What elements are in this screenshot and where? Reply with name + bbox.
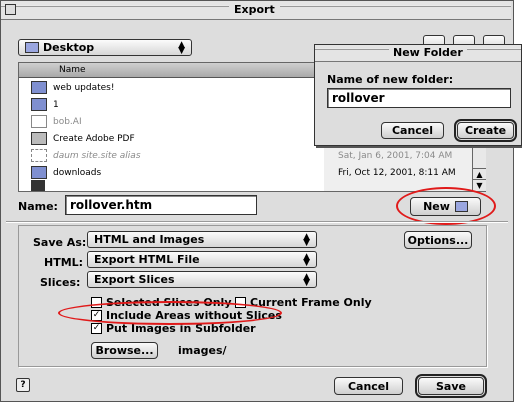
create-button[interactable]: Create: [454, 119, 517, 142]
popup-arrows-icon: ▲ ▼: [303, 232, 310, 248]
html-popup[interactable]: Export HTML File ▲ ▼: [87, 251, 317, 268]
slices-value: Export Slices: [94, 273, 175, 286]
window-title: Export: [229, 3, 280, 16]
popup-arrows-icon: ▲ ▼: [303, 272, 310, 288]
cancel-button[interactable]: Cancel: [334, 377, 403, 395]
file-name: bob.AI: [53, 116, 82, 127]
list-item[interactable]: daum site.site alias Sat, Jan 6, 2001, 7…: [20, 148, 472, 163]
slices-popup[interactable]: Export Slices ▲ ▼: [87, 271, 317, 288]
options-button[interactable]: Options...: [404, 231, 472, 249]
new-folder-cancel-button[interactable]: Cancel: [381, 122, 444, 139]
divider: [6, 221, 508, 223]
title-bar[interactable]: Export: [1, 1, 511, 20]
popup-arrows-icon: ▲ ▼: [303, 252, 310, 268]
save-as-value: HTML and Images: [94, 233, 205, 246]
name-field-value: rollover.htm: [70, 198, 153, 212]
printer-icon: [31, 132, 47, 145]
alias-icon: [31, 149, 47, 162]
name-field[interactable]: rollover.htm: [65, 195, 257, 215]
file-name: web updates!: [53, 82, 115, 93]
name-label: Name:: [18, 200, 58, 213]
html-value: Export HTML File: [94, 253, 200, 266]
help-icon[interactable]: ?: [16, 378, 30, 392]
browse-button[interactable]: Browse...: [91, 342, 158, 359]
folder-icon: [31, 81, 47, 94]
new-folder-prompt: Name of new folder:: [327, 73, 454, 86]
images-folder-path: images/: [178, 344, 227, 357]
folder-icon: [31, 166, 47, 179]
new-folder-name-value: rollover: [332, 91, 385, 105]
document-icon: [31, 115, 47, 128]
new-folder-dialog: New Folder Name of new folder: rollover …: [314, 44, 522, 146]
list-item[interactable]: downloads Fri, Oct 12, 2001, 8:11 AM: [20, 165, 472, 180]
slices-label: Slices:: [40, 276, 81, 289]
file-date: Fri, Oct 12, 2001, 8:11 AM: [338, 167, 456, 178]
volume-icon: [31, 180, 45, 191]
name-header-label: Name: [59, 65, 86, 75]
highlight-ellipse-include: [58, 301, 282, 325]
new-folder-title: New Folder: [389, 46, 467, 59]
popup-arrows-icon: ▲ ▼: [178, 40, 185, 56]
save-as-label: Save As:: [33, 236, 87, 249]
folder-icon: [31, 98, 47, 111]
name-column-header[interactable]: Name: [19, 63, 324, 78]
new-folder-name-field[interactable]: rollover: [327, 88, 511, 108]
save-as-popup[interactable]: HTML and Images ▲ ▼: [87, 231, 317, 248]
save-button[interactable]: Save: [415, 374, 487, 398]
file-name: Create Adobe PDF: [53, 133, 135, 144]
location-popup[interactable]: Desktop ▲ ▼: [18, 39, 192, 56]
desktop-icon: [25, 42, 39, 53]
file-name: 1: [53, 99, 59, 110]
html-label: HTML:: [44, 256, 84, 269]
scroll-up-icon[interactable]: ▲: [473, 168, 486, 179]
highlight-ellipse-new: [396, 187, 496, 225]
file-name: downloads: [53, 167, 102, 178]
checkbox-box[interactable]: ✓: [91, 323, 102, 334]
scroll-down-icon[interactable]: ▼: [473, 179, 486, 190]
new-folder-title-bar[interactable]: New Folder: [315, 45, 521, 62]
location-value: Desktop: [43, 41, 95, 54]
close-box-icon[interactable]: [5, 4, 16, 15]
file-name: daum site.site alias: [53, 150, 141, 161]
file-date: Sat, Jan 6, 2001, 7:04 AM: [338, 150, 453, 161]
list-item-partial[interactable]: [20, 180, 472, 191]
